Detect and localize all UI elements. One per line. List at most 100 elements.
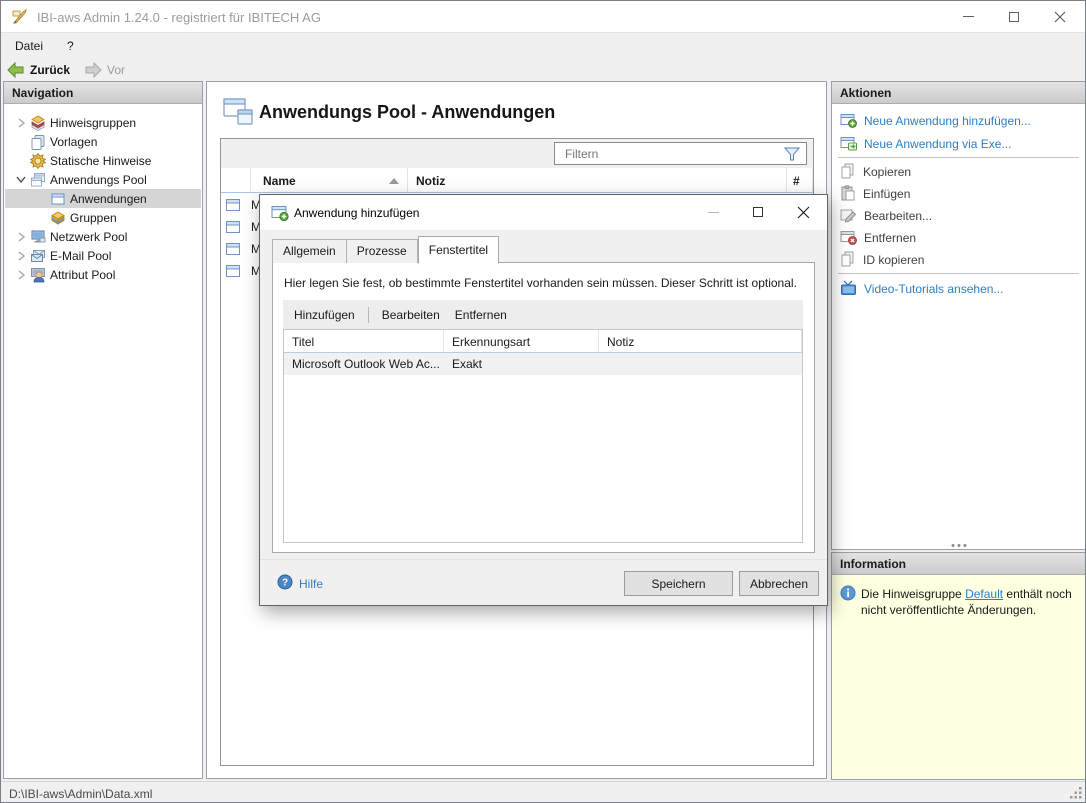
action-new-application[interactable]: Neue Anwendung hinzufügen... [840, 111, 1079, 131]
close-icon [797, 206, 809, 218]
attribute-pool-icon [29, 267, 46, 283]
menu-datei[interactable]: Datei [5, 35, 53, 57]
window-title: IBI-aws Admin 1.24.0 - registriert für I… [37, 10, 321, 25]
filter-input[interactable] [555, 143, 806, 164]
column-name[interactable]: Name [251, 168, 408, 192]
action-video-tutorials[interactable]: Video-Tutorials ansehen... [840, 279, 1079, 299]
chevron-right-icon[interactable] [13, 269, 29, 280]
sidebar-item-gruppen[interactable]: Gruppen [5, 208, 201, 227]
minimize-button[interactable] [945, 1, 991, 32]
tab-fenstertitel[interactable]: Fenstertitel [417, 236, 500, 264]
info-circle-icon [840, 585, 856, 604]
column-notiz[interactable]: Notiz [599, 330, 802, 352]
sidebar-item-label: Anwendungen [70, 191, 147, 206]
column-count[interactable]: # [787, 168, 813, 192]
dialog-tabs: Allgemein Prozesse Fenstertitel [272, 235, 500, 264]
sidebar-item-label: E-Mail Pool [50, 248, 112, 263]
sidebar-item-statische-hinweise[interactable]: Statische Hinweise [5, 151, 201, 170]
sidebar-item-netzwerk-pool[interactable]: Netzwerk Pool [5, 227, 201, 246]
action-id-kopieren[interactable]: ID kopieren [840, 250, 1079, 270]
tab-prozesse[interactable]: Prozesse [346, 239, 418, 263]
column-notiz[interactable]: Notiz [408, 168, 787, 192]
actions-panel-header: Aktionen [831, 81, 1085, 104]
actions-list: Neue Anwendung hinzufügen... Neue Anwend… [831, 104, 1085, 550]
navigation-panel: Navigation Hinweisgruppen Vorlagen Stati… [3, 81, 203, 779]
action-kopieren[interactable]: Kopieren [840, 162, 1079, 182]
dialog-title: Anwendung hinzufügen [294, 206, 420, 220]
resize-grip-icon[interactable] [1070, 786, 1083, 802]
sidebar-item-hinweisgruppen[interactable]: Hinweisgruppen [5, 113, 201, 132]
edit-windowtitle-button[interactable]: Bearbeiten [371, 308, 451, 322]
menu-help[interactable]: ? [57, 35, 84, 57]
cancel-button[interactable]: Abbrechen [739, 571, 819, 596]
dialog-button-bar: ? Hilfe Speichern Abbrechen [260, 559, 827, 605]
help-link[interactable]: ? Hilfe [277, 574, 323, 593]
email-pool-icon [29, 248, 46, 264]
column-titel[interactable]: Titel [284, 330, 444, 352]
sidebar-item-attribut-pool[interactable]: Attribut Pool [5, 265, 201, 284]
action-einfuegen[interactable]: Einfügen [840, 184, 1079, 204]
filter-field[interactable] [554, 142, 807, 165]
navigation-tree: Hinweisgruppen Vorlagen Statische Hinwei… [3, 104, 203, 779]
status-bar: D:\IBI-aws\Admin\Data.xml [1, 781, 1085, 802]
navigation-toolbar: Zurück Vor [1, 58, 1085, 81]
tab-allgemein[interactable]: Allgemein [272, 239, 347, 263]
default-group-link[interactable]: Default [965, 587, 1003, 601]
window-icon [225, 263, 241, 279]
window-add-exe-icon [840, 135, 857, 154]
sidebar-item-email-pool[interactable]: E-Mail Pool [5, 246, 201, 265]
chevron-right-icon[interactable] [13, 231, 29, 242]
chevron-right-icon[interactable] [13, 250, 29, 261]
dialog-close-button[interactable] [781, 197, 825, 227]
sidebar-item-label: Hinweisgruppen [50, 115, 137, 130]
dialog-title-bar: Anwendung hinzufügen [260, 195, 827, 230]
remove-windowtitle-button[interactable]: Entfernen [451, 308, 518, 322]
copy-icon [840, 251, 856, 270]
close-button[interactable] [1037, 1, 1083, 32]
help-circle-icon: ? [277, 574, 293, 593]
action-entfernen[interactable]: Entfernen [840, 228, 1079, 248]
column-icon[interactable] [221, 168, 251, 192]
window-remove-icon [840, 229, 857, 248]
information-panel-header: Information [831, 552, 1085, 575]
chevron-down-icon[interactable] [13, 175, 29, 184]
page-title: Anwendungs Pool - Anwendungen [259, 102, 556, 122]
notice-groups-icon [29, 115, 46, 131]
sidebar-item-label: Anwendungs Pool [50, 172, 147, 187]
sidebar-item-label: Netzwerk Pool [50, 229, 128, 244]
chevron-right-icon[interactable] [13, 117, 29, 128]
application-pool-icon [29, 172, 46, 188]
information-panel: Information Die Hinweisgruppe Default en… [831, 552, 1085, 780]
edit-pencil-icon [840, 207, 857, 226]
sidebar-item-anwendungen[interactable]: Anwendungen [5, 189, 201, 208]
column-erkennungsart[interactable]: Erkennungsart [444, 330, 599, 352]
panel-splitter-handle[interactable] [951, 544, 966, 547]
back-arrow-icon [7, 61, 24, 78]
svg-text:?: ? [282, 578, 288, 589]
table-row[interactable]: Microsoft Outlook Web Ac... Exakt [284, 353, 802, 375]
dialog-maximize-button[interactable] [736, 197, 780, 227]
data-file-path: D:\IBI-aws\Admin\Data.xml [9, 787, 153, 801]
actions-divider [838, 273, 1079, 274]
fenstertitel-tab-panel: Hier legen Sie fest, ob bestimmte Fenste… [272, 262, 815, 553]
templates-icon [29, 134, 46, 150]
dialog-minimize-button[interactable] [691, 197, 735, 227]
forward-button[interactable]: Vor [78, 59, 133, 81]
save-button[interactable]: Speichern [624, 571, 733, 596]
sidebar-item-anwendungs-pool[interactable]: Anwendungs Pool [5, 170, 201, 189]
forward-arrow-icon [85, 61, 102, 78]
information-body: Die Hinweisgruppe Default enthält noch n… [831, 575, 1085, 780]
application-pool-header-icon [222, 96, 254, 131]
window-icon [225, 219, 241, 235]
window-icon [225, 197, 241, 213]
maximize-button[interactable] [991, 1, 1037, 32]
sidebar-item-vorlagen[interactable]: Vorlagen [5, 132, 201, 151]
add-windowtitle-button[interactable]: Hinzufügen [283, 308, 366, 322]
action-new-application-via-exe[interactable]: Neue Anwendung via Exe... [840, 134, 1079, 154]
action-bearbeiten[interactable]: Bearbeiten... [840, 206, 1079, 226]
close-icon [1054, 11, 1066, 22]
groups-box-icon [49, 210, 66, 226]
back-button[interactable]: Zurück [1, 59, 78, 81]
anwendung-hinzufuegen-dialog: Anwendung hinzufügen Allgemein Prozesse … [259, 194, 828, 606]
filter-funnel-icon[interactable] [783, 147, 801, 164]
